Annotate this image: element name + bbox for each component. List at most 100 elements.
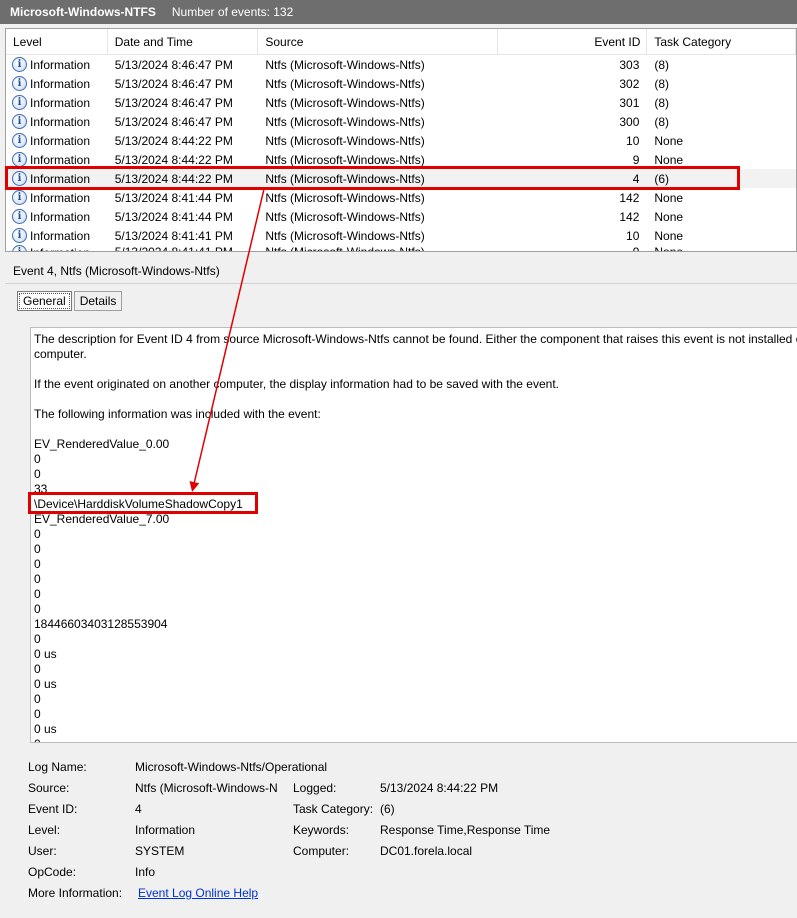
date-cell-text: 5/13/2024 8:44:22 PM bbox=[114, 152, 233, 167]
task-category-cell: (8) bbox=[647, 115, 796, 129]
source-cell-text: Ntfs (Microsoft-Windows-Ntfs) bbox=[265, 114, 425, 129]
event-row[interactable]: i Information 5/13/2024 8:46:47 PM Ntfs (Mi… bbox=[6, 55, 796, 74]
column-header-task-category[interactable]: Task Category bbox=[647, 29, 796, 55]
description-line: 0 bbox=[34, 707, 41, 721]
source-cell: Ntfs (Microsoft-Windows-Ntfs) bbox=[258, 77, 497, 91]
column-header-level[interactable]: Level bbox=[6, 29, 108, 55]
column-header-date[interactable]: Date and Time bbox=[108, 29, 259, 55]
event-row[interactable]: i Information 5/13/2024 8:41:44 PM Ntfs (Mi… bbox=[6, 188, 796, 207]
shadow-copy-highlight-box bbox=[28, 492, 258, 514]
task-category-cell: (8) bbox=[647, 96, 796, 110]
description-line: If the event originated on another compu… bbox=[34, 377, 559, 391]
prop-user-label: User: bbox=[28, 844, 57, 858]
grid-header: Level Date and Time Source Event ID Task… bbox=[6, 29, 796, 55]
event-row[interactable]: i Information 5/13/2024 8:46:47 PM Ntfs (Mi… bbox=[6, 112, 796, 131]
source-cell-text: Ntfs (Microsoft-Windows-Ntfs) bbox=[265, 152, 425, 167]
prop-computer-label: Computer: bbox=[293, 844, 350, 858]
event-description[interactable]: The description for Event ID 4 from sour… bbox=[30, 327, 797, 743]
column-header-source[interactable]: Source bbox=[258, 29, 498, 55]
event-log-online-help-link[interactable]: Event Log Online Help bbox=[138, 884, 258, 902]
level-cell: iInformation bbox=[6, 57, 108, 72]
source-cell: Ntfs (Microsoft-Windows-Ntfs) bbox=[258, 58, 497, 72]
description-line: 0 bbox=[34, 587, 41, 601]
information-icon: i bbox=[12, 95, 27, 110]
prop-more-info-label: More Information: bbox=[28, 886, 123, 900]
tab-general[interactable]: General bbox=[17, 291, 72, 311]
event-id-cell-text: 142 bbox=[619, 190, 640, 205]
event-row[interactable]: iInformation 5/13/2024 8:41:41 PM Ntfs (Mi… bbox=[6, 245, 796, 252]
date-cell-text: 5/13/2024 8:41:44 PM bbox=[114, 190, 233, 205]
prop-source-value: Ntfs (Microsoft-Windows-N bbox=[135, 781, 278, 795]
task-category-cell: (8) bbox=[647, 58, 796, 72]
source-cell-text: Ntfs (Microsoft-Windows-Ntfs) bbox=[265, 57, 425, 72]
description-line: EV_RenderedValue_0.00 bbox=[34, 437, 170, 451]
event-id-cell-text: 10 bbox=[626, 228, 640, 243]
event-row[interactable]: i Information 5/13/2024 8:44:22 PM Ntfs (Mi… bbox=[6, 131, 796, 150]
description-line: 0 bbox=[34, 572, 41, 586]
information-icon: i bbox=[12, 209, 27, 224]
description-line: 0 us bbox=[34, 647, 57, 661]
description-line: 0 bbox=[34, 527, 41, 541]
source-cell-text: Ntfs (Microsoft-Windows-Ntfs) bbox=[265, 95, 425, 110]
task-category-cell-text: None bbox=[654, 228, 684, 243]
prop-event-id-label: Event ID: bbox=[28, 802, 78, 816]
date-cell-text: 5/13/2024 8:41:44 PM bbox=[114, 209, 233, 224]
level-cell: iInformation bbox=[6, 190, 108, 205]
prop-level-value: Information bbox=[135, 823, 196, 837]
prop-level-label: Level: bbox=[28, 823, 61, 837]
description-line bbox=[34, 362, 797, 377]
source-cell-text: Ntfs (Microsoft-Windows-Ntfs) bbox=[265, 228, 425, 243]
events-grid[interactable]: Level Date and Time Source Event ID Task… bbox=[5, 28, 797, 252]
level-cell: iInformation bbox=[6, 76, 108, 91]
source-cell-text: Ntfs (Microsoft-Windows-Ntfs) bbox=[265, 190, 425, 205]
date-cell: 5/13/2024 8:46:47 PM bbox=[108, 77, 259, 91]
event-id-cell: 301 bbox=[498, 96, 648, 110]
description-line: 0 bbox=[34, 737, 797, 742]
information-icon: i bbox=[12, 76, 27, 91]
source-cell-text: Ntfs (Microsoft-Windows-Ntfs) bbox=[265, 76, 425, 91]
description-line: 0 bbox=[34, 632, 41, 646]
event-row[interactable]: i Information 5/13/2024 8:46:47 PM Ntfs (Mi… bbox=[6, 93, 796, 112]
log-title-bar: Microsoft-Windows-NTFS Number of events:… bbox=[0, 0, 797, 24]
description-line: 0 bbox=[34, 557, 41, 571]
event-row[interactable]: iInformation 5/13/2024 8:41:41 PM Ntfs (Mi… bbox=[6, 226, 796, 245]
date-cell: 5/13/2024 8:44:22 PM bbox=[108, 134, 259, 148]
tab-details[interactable]: Details bbox=[73, 291, 123, 311]
event-row[interactable]: i Information 5/13/2024 8:41:44 PM Ntfs (Mi… bbox=[6, 207, 796, 226]
grid-body: i Information 5/13/2024 8:46:47 PM Ntfs (Mi… bbox=[6, 55, 796, 252]
prop-computer-value: DC01.forela.local bbox=[380, 844, 473, 858]
event-id-cell: 142 bbox=[498, 191, 648, 205]
level-cell-text: Information bbox=[30, 209, 91, 224]
level-cell: iInformation bbox=[6, 209, 108, 224]
level-cell-text: Information bbox=[30, 114, 91, 129]
task-category-cell: (8) bbox=[647, 77, 796, 91]
task-category-cell-text: None bbox=[654, 152, 684, 167]
level-cell-text: Information bbox=[30, 133, 91, 148]
column-header-event-id[interactable]: Event ID bbox=[498, 29, 648, 55]
event-id-cell: 9 bbox=[498, 153, 648, 167]
date-cell: 5/13/2024 8:46:47 PM bbox=[108, 96, 259, 110]
task-category-cell-text: (8) bbox=[654, 76, 670, 91]
information-icon: i bbox=[12, 133, 27, 148]
prop-source-label: Source: bbox=[28, 781, 70, 795]
source-cell: Ntfs (Microsoft-Windows-Ntfs) bbox=[258, 210, 497, 224]
level-cell-text: Information bbox=[30, 152, 91, 167]
description-line: 0 bbox=[34, 452, 41, 466]
description-line bbox=[34, 422, 797, 437]
description-line: 0 bbox=[34, 467, 41, 481]
level-cell: iInformation bbox=[6, 95, 108, 110]
task-category-cell-text: (8) bbox=[654, 114, 670, 129]
source-cell: Ntfs (Microsoft-Windows-Ntfs) bbox=[258, 245, 497, 252]
level-cell: iInformation bbox=[6, 133, 108, 148]
event-id-cell-text: 300 bbox=[619, 114, 640, 129]
description-line: 0 bbox=[34, 692, 41, 706]
source-cell-text: Ntfs (Microsoft-Windows-Ntfs) bbox=[265, 245, 425, 252]
event-id-cell-text: 301 bbox=[619, 95, 640, 110]
event-row[interactable]: i Information 5/13/2024 8:46:47 PM Ntfs (Mi… bbox=[6, 74, 796, 93]
task-category-cell: None bbox=[647, 134, 796, 148]
level-cell: iInformation bbox=[6, 245, 108, 251]
level-cell-text: Information bbox=[30, 190, 91, 205]
prop-logged-value: 5/13/2024 8:44:22 PM bbox=[380, 781, 499, 795]
level-cell: iInformation bbox=[6, 114, 108, 129]
source-cell: Ntfs (Microsoft-Windows-Ntfs) bbox=[258, 229, 497, 243]
